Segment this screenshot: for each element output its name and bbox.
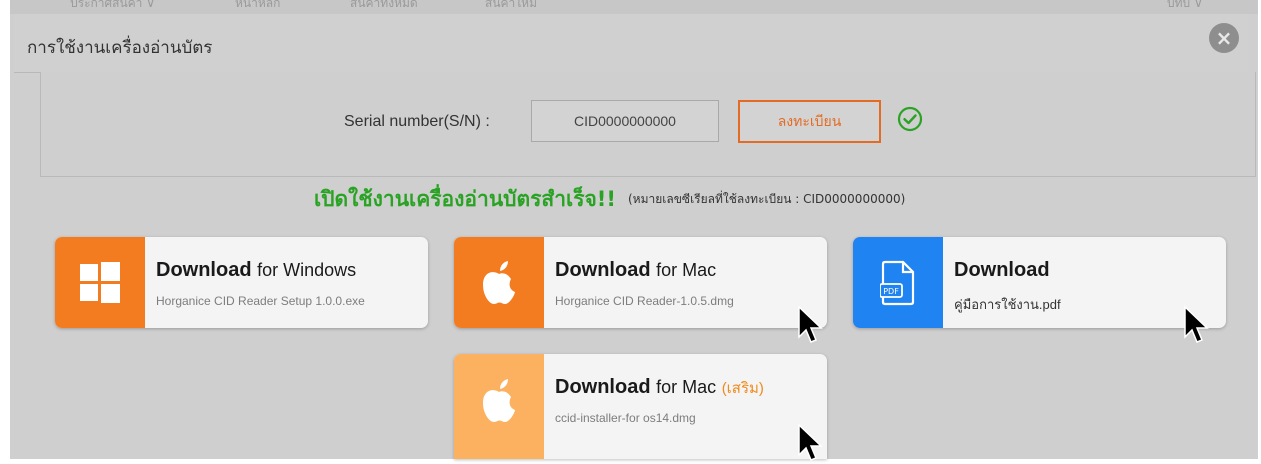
download-filename: Horganice CID Reader Setup 1.0.0.exe: [156, 294, 365, 308]
modal-header: การใช้งานเครื่องอ่านบัตร ×: [14, 14, 1248, 73]
download-windows-card[interactable]: Download for Windows Horganice CID Reade…: [55, 237, 428, 328]
download-manual-card[interactable]: PDF Download คู่มือการใช้งาน.pdf: [853, 237, 1226, 328]
download-mac-card[interactable]: Download for Mac Horganice CID Reader-1.…: [454, 237, 827, 328]
nav-item-home[interactable]: หน้าหลัก: [235, 0, 280, 13]
pdf-icon: PDF: [853, 237, 943, 328]
mouse-cursor-icon: [798, 306, 823, 343]
mouse-cursor-icon: [798, 424, 823, 461]
nav-item-account[interactable]: บทบ ∨: [1167, 0, 1203, 13]
download-mac-extra-card[interactable]: Download for Mac (เสริม) ccid-installer-…: [454, 354, 827, 459]
serial-number-label: Serial number(S/N) :: [344, 113, 490, 130]
background-nav: ประกาศสินค้า ∨ หน้าหลัก สินค้าทั้งหมด สิ…: [10, 0, 1258, 14]
mouse-cursor-icon: [1184, 306, 1209, 343]
svg-text:PDF: PDF: [883, 287, 899, 296]
download-title: Download: [954, 259, 1050, 281]
check-circle-icon: [897, 106, 923, 132]
serial-number-input[interactable]: CID0000000000: [531, 100, 719, 142]
download-title: Download for Mac (เสริม): [555, 376, 764, 398]
nav-item-all-products[interactable]: สินค้าทั้งหมด: [350, 0, 418, 13]
download-title: Download for Mac: [555, 259, 717, 281]
apple-icon: [454, 354, 544, 459]
close-icon[interactable]: ×: [1209, 23, 1239, 53]
nav-item-promo[interactable]: ประกาศสินค้า ∨: [70, 0, 155, 13]
success-message: เปิดใช้งานเครื่องอ่านบัตรสำเร็จ!!: [314, 187, 616, 211]
nav-item-new-products[interactable]: สินค้าใหม่: [485, 0, 537, 13]
download-filename: Horganice CID Reader-1.0.5.dmg: [555, 294, 734, 308]
windows-icon: [55, 237, 145, 328]
apple-icon: [454, 237, 544, 328]
download-filename: คู่มือการใช้งาน.pdf: [954, 297, 1061, 312]
success-detail: (หมายเลขซีเรียลที่ใช้ลงทะเบียน : CID0000…: [628, 192, 906, 206]
modal-title: การใช้งานเครื่องอ่านบัตร: [27, 38, 213, 58]
register-button[interactable]: ลงทะเบียน: [738, 100, 881, 143]
download-title: Download for Windows: [156, 259, 357, 281]
download-filename: ccid-installer-for os14.dmg: [555, 411, 696, 425]
